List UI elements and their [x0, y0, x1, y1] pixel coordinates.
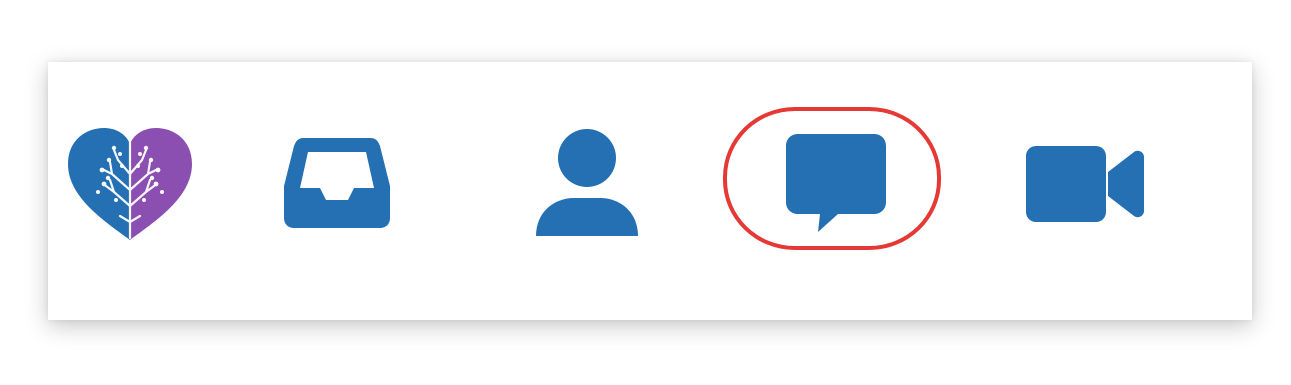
chat-bubble-icon — [786, 134, 886, 232]
video-call-button[interactable] — [1024, 144, 1146, 224]
heart-tree-logo-icon — [68, 128, 192, 240]
video-camera-icon — [1026, 146, 1144, 222]
app-toolbar — [48, 62, 1252, 320]
inbox-button[interactable] — [282, 134, 392, 230]
inbox-tray-icon — [284, 138, 390, 228]
app-logo[interactable] — [66, 126, 194, 242]
person-icon — [536, 129, 638, 236]
messages-button[interactable] — [784, 132, 888, 234]
profile-button[interactable] — [534, 128, 640, 238]
